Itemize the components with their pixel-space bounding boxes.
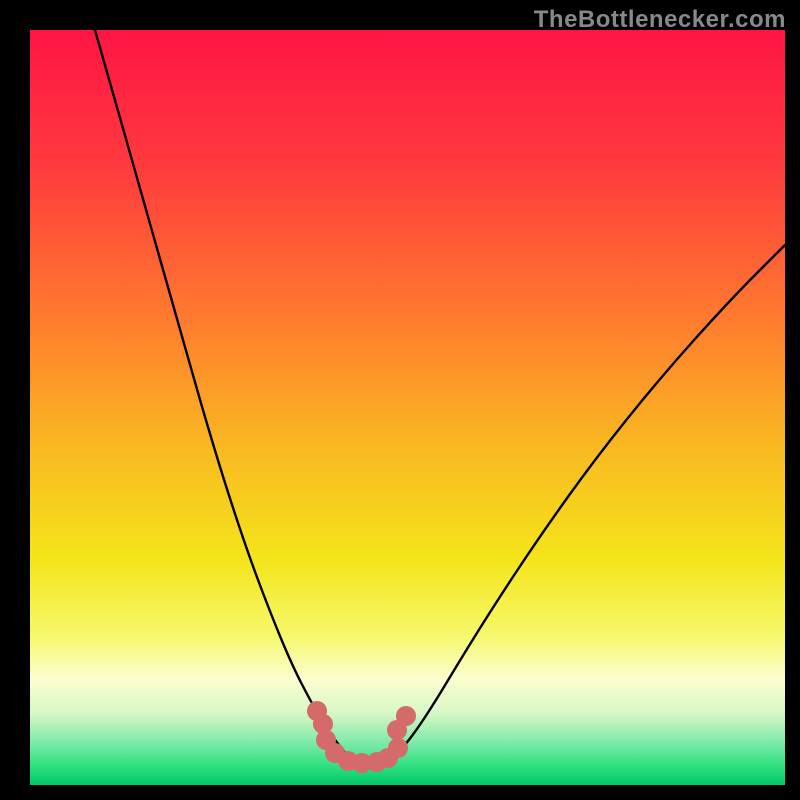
curve-marker bbox=[388, 738, 408, 758]
attribution-label: TheBottlenecker.com bbox=[534, 6, 786, 34]
chart-stage: TheBottlenecker.com bbox=[0, 0, 800, 800]
bottleneck-chart bbox=[0, 0, 800, 800]
curve-marker bbox=[396, 706, 416, 726]
plot-background bbox=[30, 30, 785, 785]
